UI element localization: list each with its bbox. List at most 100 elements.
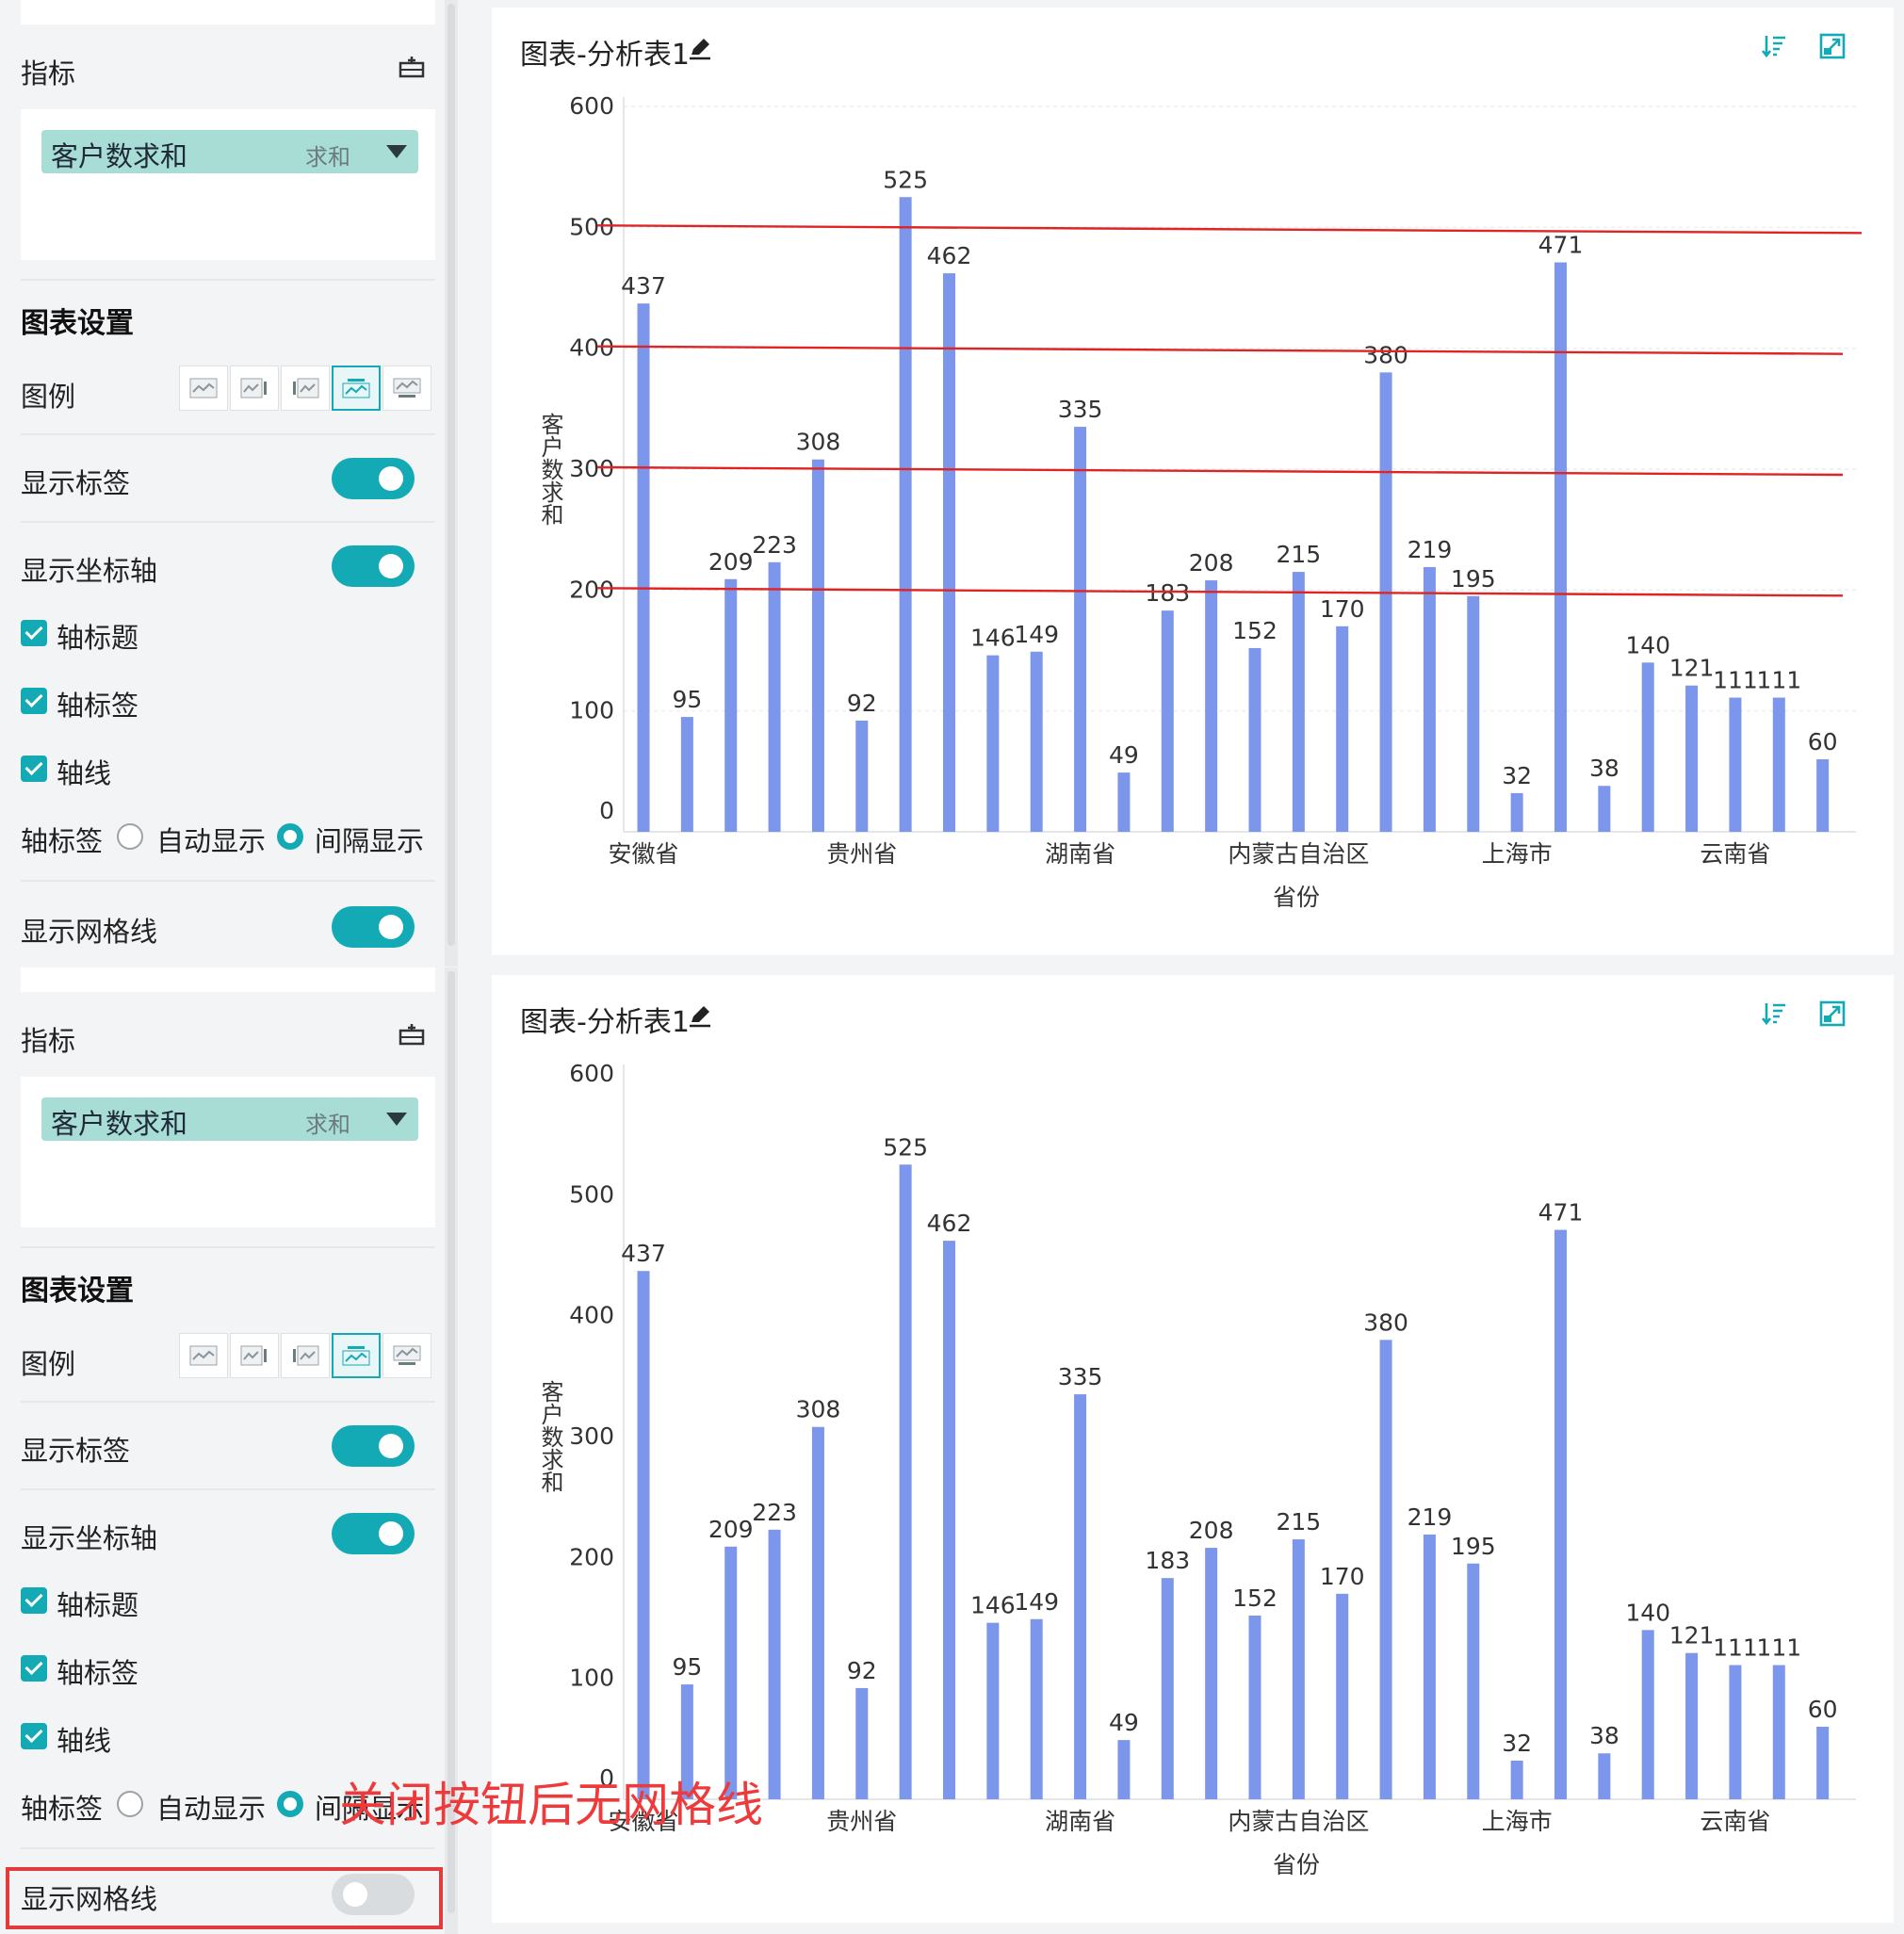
collapse-icon[interactable] — [398, 55, 426, 79]
metric-field-pill[interactable]: 客户数求和 求和 — [41, 1097, 418, 1141]
legend-none-button[interactable] — [179, 366, 228, 411]
x-tick-label: 内蒙古自治区 — [1228, 840, 1369, 868]
metric-field-pill[interactable]: 客户数求和 求和 — [41, 130, 418, 173]
bar — [1554, 262, 1567, 832]
axis-title-label: 轴标题 — [57, 1589, 139, 1621]
legend-left-button[interactable] — [281, 366, 330, 411]
legend-left-button[interactable] — [281, 1333, 330, 1378]
metric-field-name: 客户数求和 — [51, 1108, 188, 1140]
legend-right-button[interactable] — [230, 1333, 279, 1378]
axis-label-auto-label: 自动显示 — [156, 1793, 267, 1825]
legend-top-button[interactable] — [332, 366, 381, 411]
legend-left-icon — [293, 1345, 319, 1366]
data-label: 60 — [1808, 728, 1838, 756]
bar — [943, 273, 955, 833]
axis-title-label: 轴标题 — [57, 622, 139, 654]
x-tick-label: 云南省 — [1700, 840, 1770, 868]
data-label: 140 — [1625, 631, 1670, 658]
axis-title-checkbox[interactable] — [21, 1587, 47, 1614]
chevron-down-icon[interactable] — [386, 145, 407, 158]
legend-top-icon — [342, 1346, 370, 1366]
show-labels-label: 显示标签 — [21, 1435, 131, 1467]
bar — [1685, 685, 1699, 832]
legend-bottom-icon — [393, 378, 421, 398]
x-tick-label: 贵州省 — [826, 840, 897, 868]
divider — [21, 1401, 435, 1403]
data-label: 152 — [1232, 1585, 1277, 1612]
axis-line-checkbox[interactable] — [21, 1723, 47, 1749]
data-label: 170 — [1320, 1563, 1365, 1590]
data-label: 209 — [708, 1516, 754, 1543]
sidebar-scrollbar[interactable] — [445, 0, 458, 967]
bar — [1467, 1563, 1480, 1799]
data-label: 60 — [1808, 1696, 1838, 1723]
chevron-down-icon[interactable] — [386, 1113, 407, 1126]
sidebar-card-top — [21, 0, 435, 24]
y-tick-label: 500 — [569, 1180, 614, 1208]
show-grid-toggle[interactable] — [332, 906, 415, 948]
sidebar-card-top — [21, 967, 435, 992]
data-label: 92 — [847, 690, 877, 717]
bar — [811, 1426, 824, 1799]
legend-right-button[interactable] — [230, 366, 279, 411]
scrollbar-thumb[interactable] — [448, 4, 455, 946]
legend-top-button[interactable] — [332, 1333, 381, 1378]
show-labels-toggle[interactable] — [332, 1425, 415, 1467]
data-label: 170 — [1320, 595, 1365, 623]
show-labels-toggle[interactable] — [332, 458, 415, 499]
axis-label-interval-radio[interactable] — [277, 823, 303, 850]
bar — [1467, 595, 1480, 832]
x-axis-title: 省份 — [1273, 1851, 1320, 1878]
legend-label: 图例 — [21, 1348, 76, 1380]
x-axis-title: 省份 — [1273, 884, 1320, 911]
data-label: 111 — [1713, 667, 1758, 694]
axis-label-interval-radio[interactable] — [277, 1791, 303, 1817]
chart-settings-title: 图表设置 — [21, 307, 134, 340]
show-axis-toggle[interactable] — [332, 1513, 415, 1554]
bar — [1772, 697, 1785, 832]
bar — [1030, 651, 1043, 832]
bar — [1117, 772, 1131, 832]
y-tick-label: 300 — [569, 455, 614, 482]
bar — [1816, 1727, 1830, 1799]
bar — [1554, 1229, 1567, 1799]
data-label: 195 — [1451, 1533, 1496, 1560]
axis-label-auto-radio[interactable] — [117, 1791, 143, 1817]
y-axis-title: 客户数求和 — [537, 1380, 563, 1493]
data-label: 49 — [1109, 1709, 1139, 1736]
bar — [724, 578, 738, 832]
grid-highlight-line — [596, 587, 1844, 597]
bar — [1205, 580, 1218, 832]
axis-tick-labels-checkbox[interactable] — [21, 688, 47, 714]
show-axis-toggle[interactable] — [332, 545, 415, 587]
y-tick-label: 0 — [599, 797, 614, 824]
bar — [1248, 647, 1261, 832]
axis-title-checkbox[interactable] — [21, 620, 47, 646]
axis-tick-labels-checkbox[interactable] — [21, 1655, 47, 1682]
data-label: 335 — [1058, 1363, 1103, 1390]
y-tick-label: 200 — [569, 1543, 614, 1570]
bar — [1379, 1340, 1392, 1799]
legend-bottom-button[interactable] — [382, 366, 431, 411]
bar — [899, 197, 912, 832]
y-tick-label: 500 — [569, 213, 614, 240]
axis-line-checkbox[interactable] — [21, 756, 47, 782]
bar — [724, 1546, 738, 1799]
y-tick-label: 100 — [569, 1665, 614, 1692]
metric-title: 指标 — [21, 1025, 76, 1057]
collapse-icon[interactable] — [398, 1022, 426, 1047]
bar — [1729, 1665, 1742, 1799]
panel-grid-off: 指标 客户数求和 求和 图表设置 图例 显示标签 显示坐标轴 轴标题 轴标签 轴… — [0, 967, 1904, 1934]
y-tick-label: 400 — [569, 1302, 614, 1329]
bar — [637, 303, 650, 832]
legend-bottom-button[interactable] — [382, 1333, 431, 1378]
bar — [1117, 1740, 1131, 1799]
data-label: 380 — [1363, 341, 1408, 368]
legend-none-button[interactable] — [179, 1333, 228, 1378]
data-label: 380 — [1363, 1308, 1408, 1336]
divider — [21, 1488, 435, 1490]
data-label: 208 — [1189, 1517, 1234, 1544]
axis-label-auto-radio[interactable] — [117, 823, 143, 850]
axis-label-mode-label: 轴标签 — [21, 825, 104, 857]
data-label: 208 — [1189, 549, 1234, 577]
